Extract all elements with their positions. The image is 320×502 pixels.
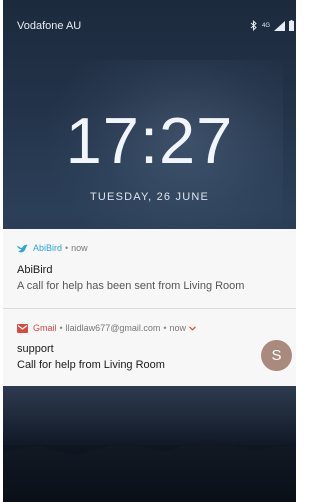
account-email: llaidlaw677@gmail.com	[65, 323, 161, 333]
network-type-label: 4G	[261, 22, 270, 29]
bird-icon	[17, 244, 28, 253]
notification-text: A call for help has been sent from Livin…	[17, 280, 245, 292]
status-icons: 4G	[250, 20, 294, 31]
app-name: Gmail	[33, 323, 57, 333]
carrier-name: Vodafone AU	[17, 20, 82, 32]
chevron-down-icon[interactable]	[189, 326, 196, 331]
lock-date: TUESDAY, 26 JUNE	[89, 191, 210, 203]
notification-abibird[interactable]: AbiBird • now AbiBird A call for help ha…	[3, 229, 296, 309]
wallpaper-horizon	[3, 385, 296, 445]
notification-time: now	[71, 243, 88, 253]
notification-title: support	[17, 343, 54, 355]
notification-title: AbiBird	[17, 264, 53, 276]
header-separator: •	[59, 323, 63, 333]
app-name: AbiBird	[33, 243, 63, 253]
battery-icon	[289, 20, 294, 31]
gmail-icon	[17, 324, 28, 333]
status-bar: Vodafone AU 4G	[3, 0, 296, 32]
lock-screen: Vodafone AU 4G 17:27 TUESDAY, 26 JUNE Ab…	[3, 0, 296, 502]
bluetooth-icon	[250, 20, 257, 31]
notification-header: AbiBird • now	[17, 243, 88, 254]
notification-header: Gmail • llaidlaw677@gmail.com • now	[17, 323, 196, 334]
header-separator: •	[163, 323, 167, 333]
notification-gmail[interactable]: Gmail • llaidlaw677@gmail.com • now supp…	[3, 309, 296, 386]
avatar: S	[261, 340, 292, 371]
notification-time: now	[169, 323, 187, 333]
lock-clock: 17:27	[65, 104, 234, 177]
header-separator: •	[65, 243, 69, 253]
signal-icon	[274, 20, 285, 31]
notification-text: Call for help from Living Room	[17, 359, 165, 371]
